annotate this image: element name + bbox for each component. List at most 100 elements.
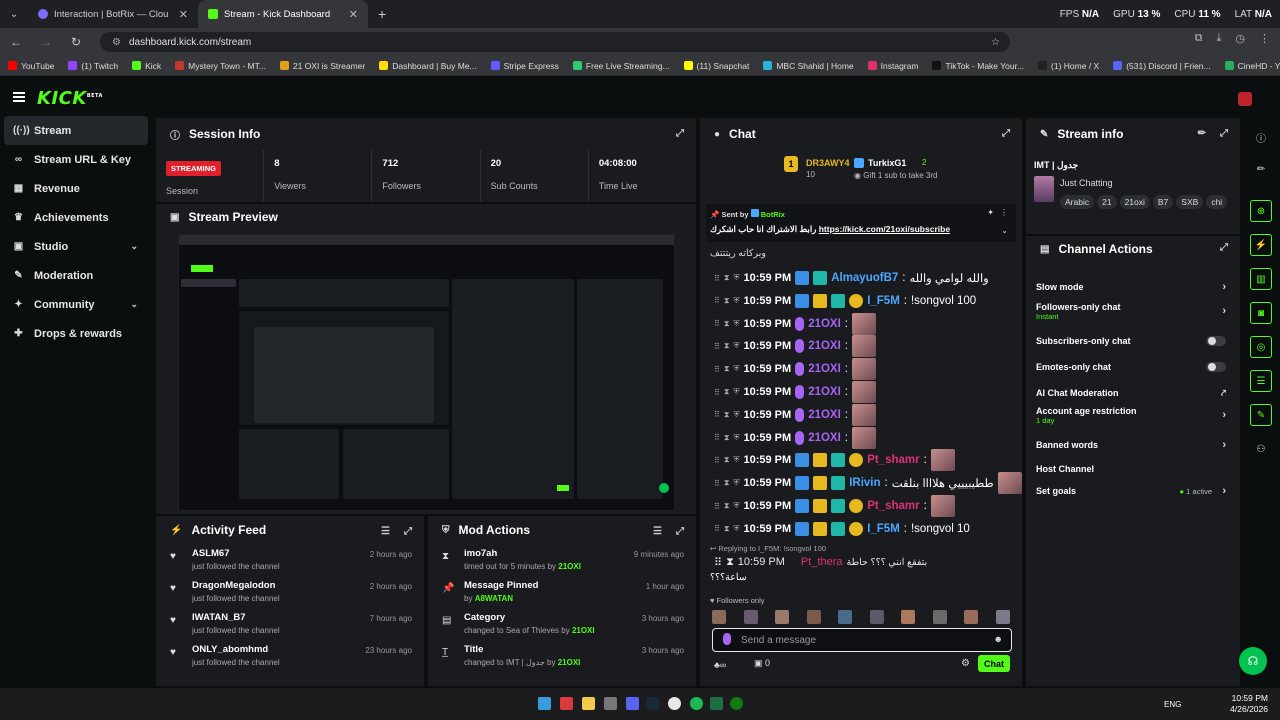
channel-action-slow-mode[interactable]: Slow mode › [1026, 274, 1240, 300]
message-menu-icon[interactable]: ⠿ [714, 410, 720, 419]
username[interactable]: Pt_shamr [867, 454, 919, 466]
close-icon[interactable]: ✕ [349, 8, 358, 21]
chevron-down-icon[interactable]: ⌄ [1001, 226, 1008, 235]
message-menu-icon[interactable]: ⠿ [714, 365, 720, 374]
chat-message[interactable]: ⠿ ⧗ ⛨ 10:59 PM 21OXI: [714, 335, 876, 358]
download-icon[interactable]: ⤓ [1217, 32, 1222, 45]
chat-message[interactable]: ⠿ ⧗ ⛨ 10:59 PM Pt_shamr: [714, 449, 955, 472]
bookmark-item[interactable]: (1) Home / X [1038, 61, 1099, 71]
channel-action-account-age-restriction[interactable]: Account age restriction 1 day › [1026, 402, 1240, 428]
channel-action-subscribers-only-chat[interactable]: Subscribers-only chat [1026, 328, 1240, 354]
stream-tag[interactable]: B7 [1152, 195, 1174, 209]
ban-icon[interactable]: ⛨ [733, 455, 739, 465]
leaderboard-name[interactable]: TurkixG1 [868, 158, 906, 168]
tab-botrix[interactable]: Interaction | BotRix — Clou ✕ [28, 0, 198, 28]
bookmark-item[interactable]: Stripe Express [490, 61, 559, 71]
username[interactable]: Pt_shamr [867, 500, 919, 512]
forward-icon[interactable]: → [38, 35, 54, 49]
info-icon[interactable]: ⓘ [1250, 126, 1272, 148]
chatter-avatar[interactable] [932, 610, 947, 624]
bookmark-item[interactable]: Instagram [867, 61, 918, 71]
toggle-switch[interactable] [1206, 362, 1226, 372]
popout-icon[interactable]: ⤢ [676, 526, 684, 537]
chatter-avatar[interactable] [743, 610, 758, 624]
users-icon[interactable]: ⚇ [1250, 438, 1272, 460]
mod-action-item[interactable]: ⧗ imo7ah timed out for 5 minutes by 21OXI 9… [428, 544, 696, 576]
message-menu-icon[interactable]: ⠿ [714, 342, 720, 351]
bookmark-item[interactable]: Kick [132, 61, 161, 71]
timeout-icon[interactable]: ⧗ [724, 364, 730, 374]
chevron-right-icon[interactable]: › [1222, 409, 1226, 421]
stream-tag[interactable]: SXB [1176, 195, 1204, 209]
bookmark-item[interactable]: CineHD - Your Ultim... [1224, 61, 1280, 71]
moderator-name[interactable]: 21OXI [572, 626, 595, 635]
username[interactable]: IRivin [849, 477, 880, 489]
username[interactable]: I_F5M [867, 523, 900, 535]
mod-action-item[interactable]: 📌 Message Pinned by A8WATAN 1 hour ago [428, 576, 696, 608]
chevron-down-icon[interactable]: ⌄ [130, 299, 138, 310]
gift-prompt[interactable]: ◉ Gift 1 sub to take 3rd [854, 171, 937, 180]
windows-start-icon[interactable] [538, 697, 551, 710]
bookmark-item[interactable]: YouTube [8, 61, 54, 71]
reload-icon[interactable]: ↻ [68, 35, 84, 49]
activity-item[interactable]: ♥ IWATAN_B7 just followed the channel 7 hou… [156, 608, 424, 640]
username[interactable]: AlmayuofB7 [831, 272, 898, 284]
chat-message[interactable]: ⠿ ⧗ ⛨ 10:59 PM IRivin: ططيبيييي هلاااا بنلقت [714, 472, 1022, 495]
more-options-icon[interactable]: ⋮ [1000, 208, 1008, 217]
timeout-icon[interactable]: ⧗ [724, 273, 730, 283]
activity-item[interactable]: ♥ DragonMegalodon just followed the channe… [156, 576, 424, 608]
message-menu-icon[interactable]: ⠿ [714, 479, 720, 488]
kick-logo[interactable]: KICKBETA [37, 88, 103, 109]
broadcast-icon[interactable]: ◎ [1250, 336, 1272, 358]
chat-icon[interactable]: ◙ [1250, 302, 1272, 324]
xbox-icon[interactable] [730, 697, 743, 710]
username[interactable]: I_F5M [867, 295, 900, 307]
external-link-icon[interactable]: ⤤ [1221, 388, 1226, 399]
timeout-icon[interactable]: ⧗ [724, 501, 730, 511]
ban-icon[interactable]: ⛨ [733, 273, 739, 283]
popout-icon[interactable]: ⤢ [1220, 128, 1228, 139]
list-icon[interactable]: ☰ [1250, 370, 1272, 392]
username[interactable]: 21OXI [808, 432, 841, 444]
moderator-name[interactable]: 21OXI [558, 562, 581, 571]
popout-icon[interactable]: ⤢ [676, 128, 684, 139]
message-menu-icon[interactable]: ⠿ [714, 524, 720, 533]
app-icon[interactable] [604, 697, 617, 710]
chat-input[interactable]: Send a message ☻ [712, 628, 1012, 652]
url-field[interactable]: ⚙ dashboard.kick.com/stream ☆ [100, 32, 1010, 52]
book-icon[interactable]: ▥ [1250, 268, 1272, 290]
timeout-icon[interactable]: ⧗ [724, 387, 730, 397]
popout-icon[interactable]: ⤢ [1220, 242, 1228, 253]
activity-item[interactable]: ♥ ONLY_abomhmd just followed the channel 23… [156, 640, 424, 672]
sidebar-item-achievements[interactable]: ♛ Achievements [4, 203, 148, 232]
steam-icon[interactable] [646, 697, 659, 710]
username[interactable]: Pt_thera [801, 556, 843, 568]
sidebar-item-moderation[interactable]: ✎ Moderation [4, 261, 148, 290]
timeout-icon[interactable]: ⧗ [724, 296, 730, 306]
chatter-avatar[interactable] [869, 610, 884, 624]
filter-icon[interactable]: ☰ [381, 526, 390, 537]
ban-icon[interactable]: ⛨ [733, 364, 739, 374]
send-chat-button[interactable]: Chat [978, 655, 1010, 672]
ban-icon[interactable]: ⛨ [733, 296, 739, 306]
chatter-avatar[interactable] [995, 610, 1010, 624]
points-counter[interactable]: ▣ 0 [754, 658, 770, 669]
channel-action-banned-words[interactable]: Banned words › [1026, 432, 1240, 458]
stream-tag[interactable]: 21oxi [1119, 195, 1150, 209]
timeout-icon[interactable]: ⧗ [724, 455, 730, 465]
close-icon[interactable]: ✕ [179, 8, 188, 21]
filter-icon[interactable]: ☰ [653, 526, 662, 537]
bookmark-item[interactable]: 21 OXI is Streamer [279, 61, 365, 71]
crosshair-icon[interactable]: ⊕ [1250, 200, 1272, 222]
ban-icon[interactable]: ⛨ [733, 433, 739, 443]
ban-icon[interactable]: ⛨ [733, 524, 739, 534]
chat-message[interactable]: ⠿ ⧗ ⛨ 10:59 PM I_F5M: !songvol 100 [714, 291, 976, 311]
back-icon[interactable]: ← [8, 35, 24, 49]
username[interactable]: 21OXI [808, 340, 841, 352]
chat-message[interactable]: ⠿ ⧗ ⛨ 10:59 PM 21OXI: [714, 358, 876, 381]
chevron-right-icon[interactable]: › [1222, 305, 1226, 317]
moderator-name[interactable]: A8WATAN [475, 594, 513, 603]
bookmark-star-icon[interactable]: ☆ [991, 37, 1000, 48]
extensions-icon[interactable]: ⧉ [1195, 32, 1203, 45]
sidebar-item-stream[interactable]: ((·)) Stream [4, 116, 148, 145]
